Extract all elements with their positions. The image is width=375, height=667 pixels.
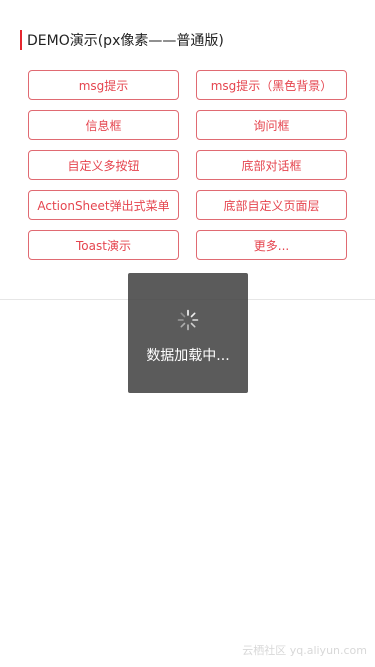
watermark: 云栖社区 yq.aliyun.com [242,644,367,657]
loading-toast: 数据加载中... [128,273,248,393]
page-title-bar: DEMO演示(px像素——普通版) [20,30,224,50]
bottom-custom-layer-button[interactable]: 底部自定义页面层 [196,190,347,220]
info-dialog-button[interactable]: 信息框 [28,110,179,140]
msg-button[interactable]: msg提示 [28,70,179,100]
toast-button[interactable]: Toast演示 [28,230,179,260]
custom-multi-button[interactable]: 自定义多按钮 [28,150,179,180]
page-title: DEMO演示(px像素——普通版) [27,33,224,49]
bottom-dialog-button[interactable]: 底部对话框 [196,150,347,180]
more-button[interactable]: 更多... [196,230,347,260]
loading-text: 数据加载中... [146,348,230,364]
msg-dark-button[interactable]: msg提示（黑色背景） [196,70,347,100]
demo-button-grid: msg提示 msg提示（黑色背景） 信息框 询问框 自定义多按钮 底部对话框 A… [28,70,347,260]
actionsheet-button[interactable]: ActionSheet弹出式菜单 [28,190,179,220]
spinner-icon [177,309,199,331]
confirm-dialog-button[interactable]: 询问框 [196,110,347,140]
page: DEMO演示(px像素——普通版) msg提示 msg提示（黑色背景） 信息框 … [0,0,375,667]
